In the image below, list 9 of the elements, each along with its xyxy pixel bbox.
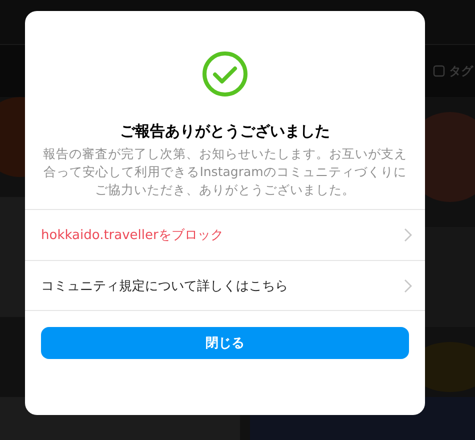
tag-icon [433, 65, 445, 77]
close-button[interactable]: 閉じる [41, 327, 409, 359]
check-circle-icon [202, 51, 248, 97]
dialog-message: 報告の審査が完了し次第、お知らせいたします。お互いが支え合って安心して利用できるInstagramのコミュニティづくりにご協力いただき、ありがとうございました。 [42, 145, 408, 199]
community-guidelines-item[interactable]: コミュニティ規定について詳しくはこちら [41, 276, 288, 294]
block-user-item[interactable]: hokkaido.travellerをブロック [41, 226, 224, 244]
chevron-right-icon [403, 228, 413, 242]
chevron-right-icon [403, 278, 413, 292]
dialog-title: ご報告ありがとうございました [120, 121, 330, 141]
